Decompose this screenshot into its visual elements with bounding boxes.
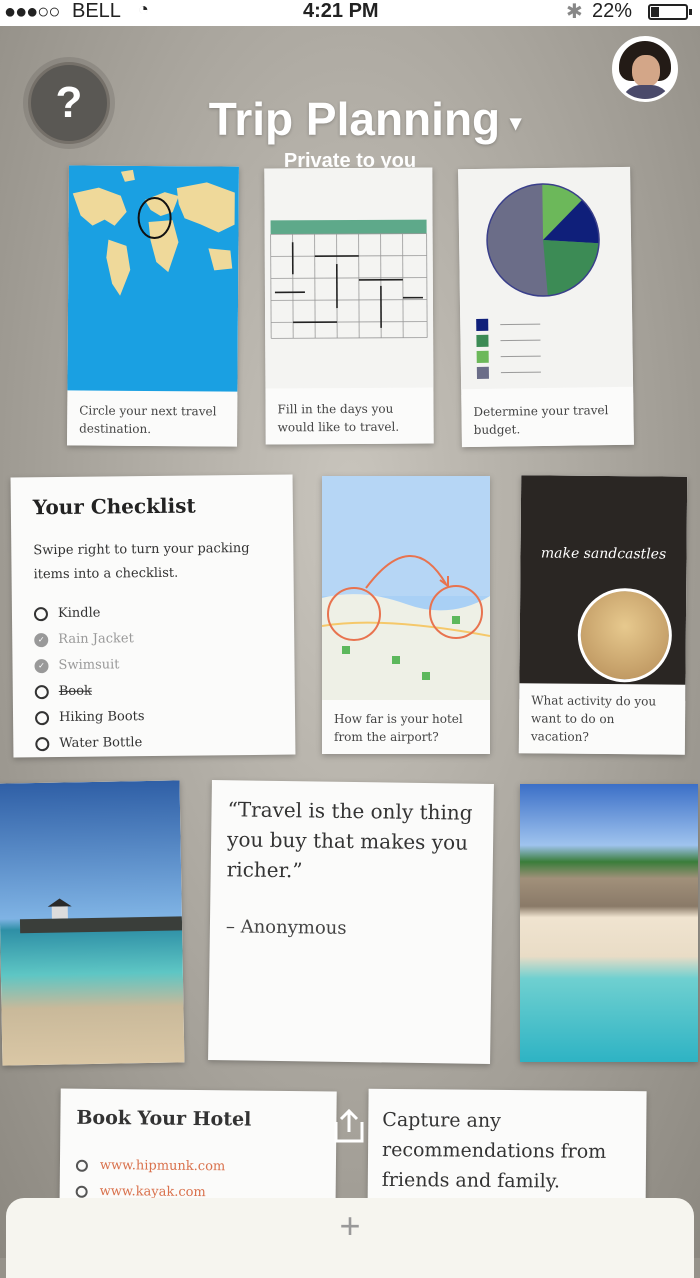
checkbox-icon[interactable] bbox=[35, 711, 49, 725]
sandcastle-title: make sandcastles bbox=[520, 545, 686, 562]
page-title: Trip Planning bbox=[209, 93, 500, 145]
pie-chart-image bbox=[458, 167, 633, 389]
activity-card[interactable]: make sandcastles What activity do you wa… bbox=[519, 475, 687, 754]
checkbox-icon[interactable] bbox=[34, 607, 48, 621]
world-map-image bbox=[67, 165, 239, 391]
checkbox-icon[interactable] bbox=[35, 737, 49, 751]
activity-caption: What activity do you want to do on vacat… bbox=[519, 683, 686, 754]
calendar-card[interactable]: Fill in the days you would like to trave… bbox=[264, 168, 433, 445]
bottom-toolbar: + bbox=[6, 1198, 694, 1278]
checklist-item[interactable]: Kindle bbox=[34, 600, 144, 627]
add-button[interactable]: + bbox=[330, 1206, 370, 1246]
checklist-item[interactable]: ✓Swimsuit bbox=[34, 652, 144, 679]
signal-strength-icon: ●●●○○ bbox=[4, 1, 59, 24]
beach-pier-photo bbox=[0, 780, 184, 1065]
checklist-description: Swipe right to turn your packing items i… bbox=[33, 537, 273, 588]
checkbox-checked-icon[interactable]: ✓ bbox=[34, 659, 48, 673]
quote-author: – Anonymous bbox=[226, 916, 347, 939]
beach-photo-card[interactable] bbox=[0, 780, 184, 1065]
calendar-caption: Fill in the days you would like to trave… bbox=[265, 392, 433, 445]
budget-card[interactable]: Determine your travel budget. bbox=[458, 167, 634, 447]
hotel-link[interactable]: www.hipmunk.com bbox=[76, 1153, 226, 1181]
checklist-item[interactable]: Hiking Boots bbox=[35, 704, 145, 731]
airport-map-image bbox=[322, 476, 490, 700]
map-card[interactable]: Circle your next travel destination. bbox=[67, 165, 239, 446]
checkbox-checked-icon[interactable]: ✓ bbox=[34, 633, 48, 647]
chevron-down-icon: ▾ bbox=[510, 110, 521, 135]
checklist-items: Kindle ✓Rain Jacket ✓Swimsuit Book Hikin… bbox=[34, 600, 145, 757]
checklist-item[interactable]: Water Bottle bbox=[35, 730, 145, 757]
share-icon[interactable] bbox=[332, 1108, 366, 1144]
battery-percentage: 22% bbox=[592, 0, 632, 23]
checkbox-icon[interactable] bbox=[76, 1160, 88, 1172]
airport-caption: How far is your hotel from the airport? bbox=[322, 702, 490, 754]
airport-map-card[interactable]: How far is your hotel from the airport? bbox=[322, 476, 490, 754]
sandcastle-photo bbox=[577, 588, 672, 683]
status-time: 4:21 PM bbox=[303, 0, 379, 23]
sandcastle-image: make sandcastles bbox=[519, 475, 687, 700]
status-bar: ●●●○○ BELL ◔ 4:21 PM ✱ 22% bbox=[0, 0, 700, 26]
carrier-name: BELL bbox=[72, 0, 121, 23]
quote-text: “Travel is the only thing you buy that m… bbox=[227, 794, 480, 888]
checkbox-icon[interactable] bbox=[76, 1186, 88, 1198]
checkbox-icon[interactable] bbox=[35, 685, 49, 699]
calendar-image bbox=[264, 168, 433, 389]
checklist-item[interactable]: ✓Rain Jacket bbox=[34, 626, 144, 653]
beach-resort-photo bbox=[520, 784, 698, 1062]
checklist-item[interactable]: Book bbox=[35, 678, 145, 705]
hotel-title: Book Your Hotel bbox=[76, 1107, 251, 1131]
battery-icon bbox=[648, 4, 688, 20]
checklist-title: Your Checklist bbox=[33, 494, 196, 520]
bluetooth-icon: ✱ bbox=[566, 0, 583, 24]
recommendations-text: Capture any recommendations from friends… bbox=[382, 1105, 637, 1197]
budget-caption: Determine your travel budget. bbox=[461, 393, 634, 447]
board-title-dropdown[interactable]: Trip Planning ▾ bbox=[0, 92, 700, 146]
quote-card[interactable]: “Travel is the only thing you buy that m… bbox=[208, 780, 494, 1064]
resort-photo-card[interactable] bbox=[520, 784, 698, 1062]
map-caption: Circle your next travel destination. bbox=[67, 393, 237, 446]
checklist-card[interactable]: Your Checklist Swipe right to turn your … bbox=[11, 475, 296, 758]
wifi-icon: ◔ bbox=[138, 0, 149, 20]
